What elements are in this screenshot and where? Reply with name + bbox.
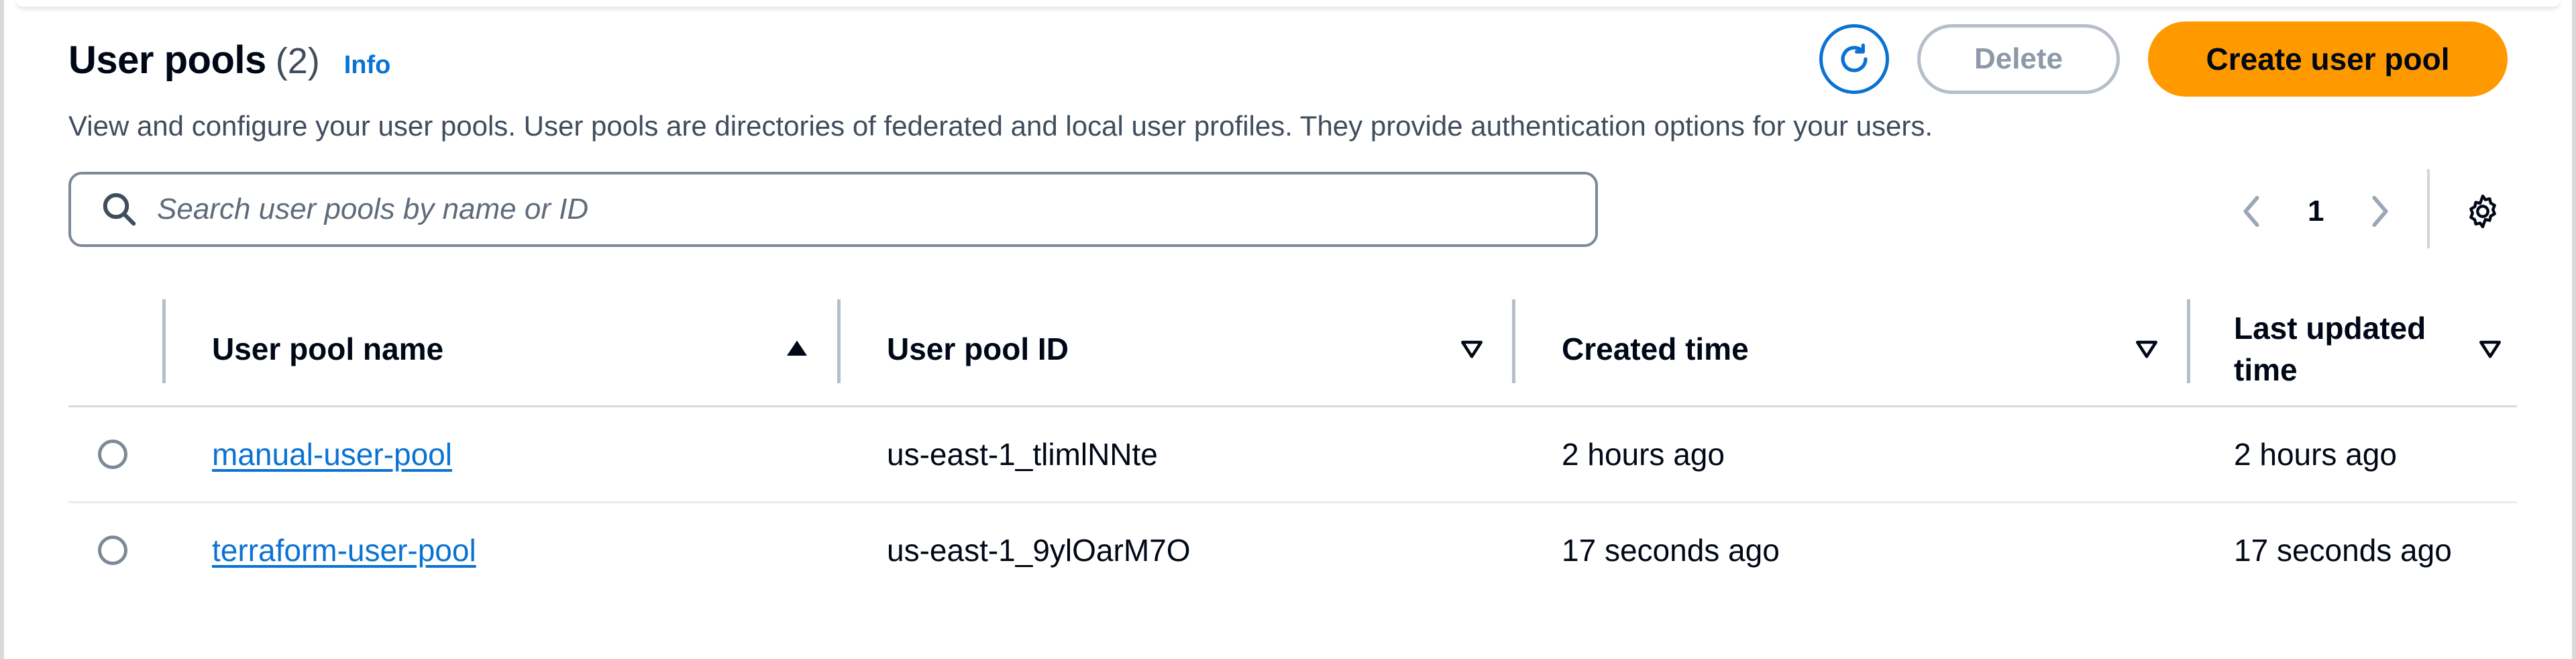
row-select-radio[interactable] (98, 440, 127, 469)
search-box (68, 172, 1598, 247)
column-divider (2187, 299, 2190, 383)
sort-icon[interactable] (2133, 336, 2160, 362)
gear-icon (2469, 194, 2496, 229)
column-divider (837, 299, 841, 383)
pagination-divider (2427, 169, 2430, 248)
created-time: 17 seconds ago (1562, 533, 1780, 568)
search-icon (103, 193, 136, 226)
user-pools-table: User pool name User pool ID Created time… (68, 293, 2517, 597)
table-row[interactable]: terraform-user-pool us-east-1_9ylOarM7O … (68, 503, 2517, 598)
page-description: View and configure your user pools. User… (68, 110, 1933, 142)
top-panel-edge (16, 0, 2560, 7)
chevron-right-icon (2372, 195, 2389, 227)
column-label: Created time (1562, 332, 1749, 366)
column-header-last-updated-time[interactable]: Last updated time (2187, 293, 2517, 407)
delete-button[interactable]: Delete (1917, 24, 2120, 94)
create-user-pool-button[interactable]: Create user pool (2148, 21, 2508, 97)
page-number[interactable]: 1 (2308, 195, 2324, 228)
refresh-button[interactable] (1819, 24, 1889, 94)
column-label: Last updated time (2234, 311, 2426, 387)
last-updated-time: 2 hours ago (2234, 437, 2397, 472)
sort-ascending-icon[interactable] (784, 336, 810, 362)
sort-icon[interactable] (1458, 336, 1485, 362)
page-title: User pools (68, 38, 266, 82)
search-input[interactable] (156, 179, 1567, 240)
user-pool-link[interactable]: terraform-user-pool (212, 533, 476, 568)
column-divider (162, 299, 166, 383)
prev-page-button[interactable] (2231, 185, 2271, 238)
column-divider (1512, 299, 1515, 383)
header-actions: Delete Create user pool (1819, 21, 2508, 97)
user-pool-id: us-east-1_9ylOarM7O (887, 533, 1191, 568)
last-updated-time: 17 seconds ago (2234, 533, 2452, 568)
window-frame: User pools (2) Info Delete Create user p… (0, 0, 2576, 659)
column-label: User pool name (212, 332, 444, 366)
pagination: 1 (2231, 181, 2400, 242)
table-header-row: User pool name User pool ID Created time… (68, 293, 2517, 407)
user-pool-id: us-east-1_tlimlNNte (887, 437, 1158, 472)
refresh-icon (1841, 43, 1868, 72)
sort-icon[interactable] (2477, 336, 2504, 362)
page-header: User pools (2) Info (68, 38, 390, 91)
next-page-button[interactable] (2360, 185, 2400, 238)
pool-count: (2) (275, 41, 320, 81)
column-header-user-pool-id[interactable]: User pool ID (837, 293, 1512, 407)
row-select-radio[interactable] (98, 536, 127, 565)
column-header-created-time[interactable]: Created time (1512, 293, 2187, 407)
info-link[interactable]: Info (344, 51, 391, 80)
column-header-user-pool-name[interactable]: User pool name (162, 293, 837, 407)
user-pool-link[interactable]: manual-user-pool (212, 437, 452, 472)
chevron-left-icon (2243, 195, 2259, 227)
table-row[interactable]: manual-user-pool us-east-1_tlimlNNte 2 h… (68, 406, 2517, 503)
created-time: 2 hours ago (1562, 437, 1725, 472)
column-label: User pool ID (887, 332, 1069, 366)
select-column-header (68, 293, 162, 407)
table-settings-button[interactable] (2459, 188, 2506, 235)
